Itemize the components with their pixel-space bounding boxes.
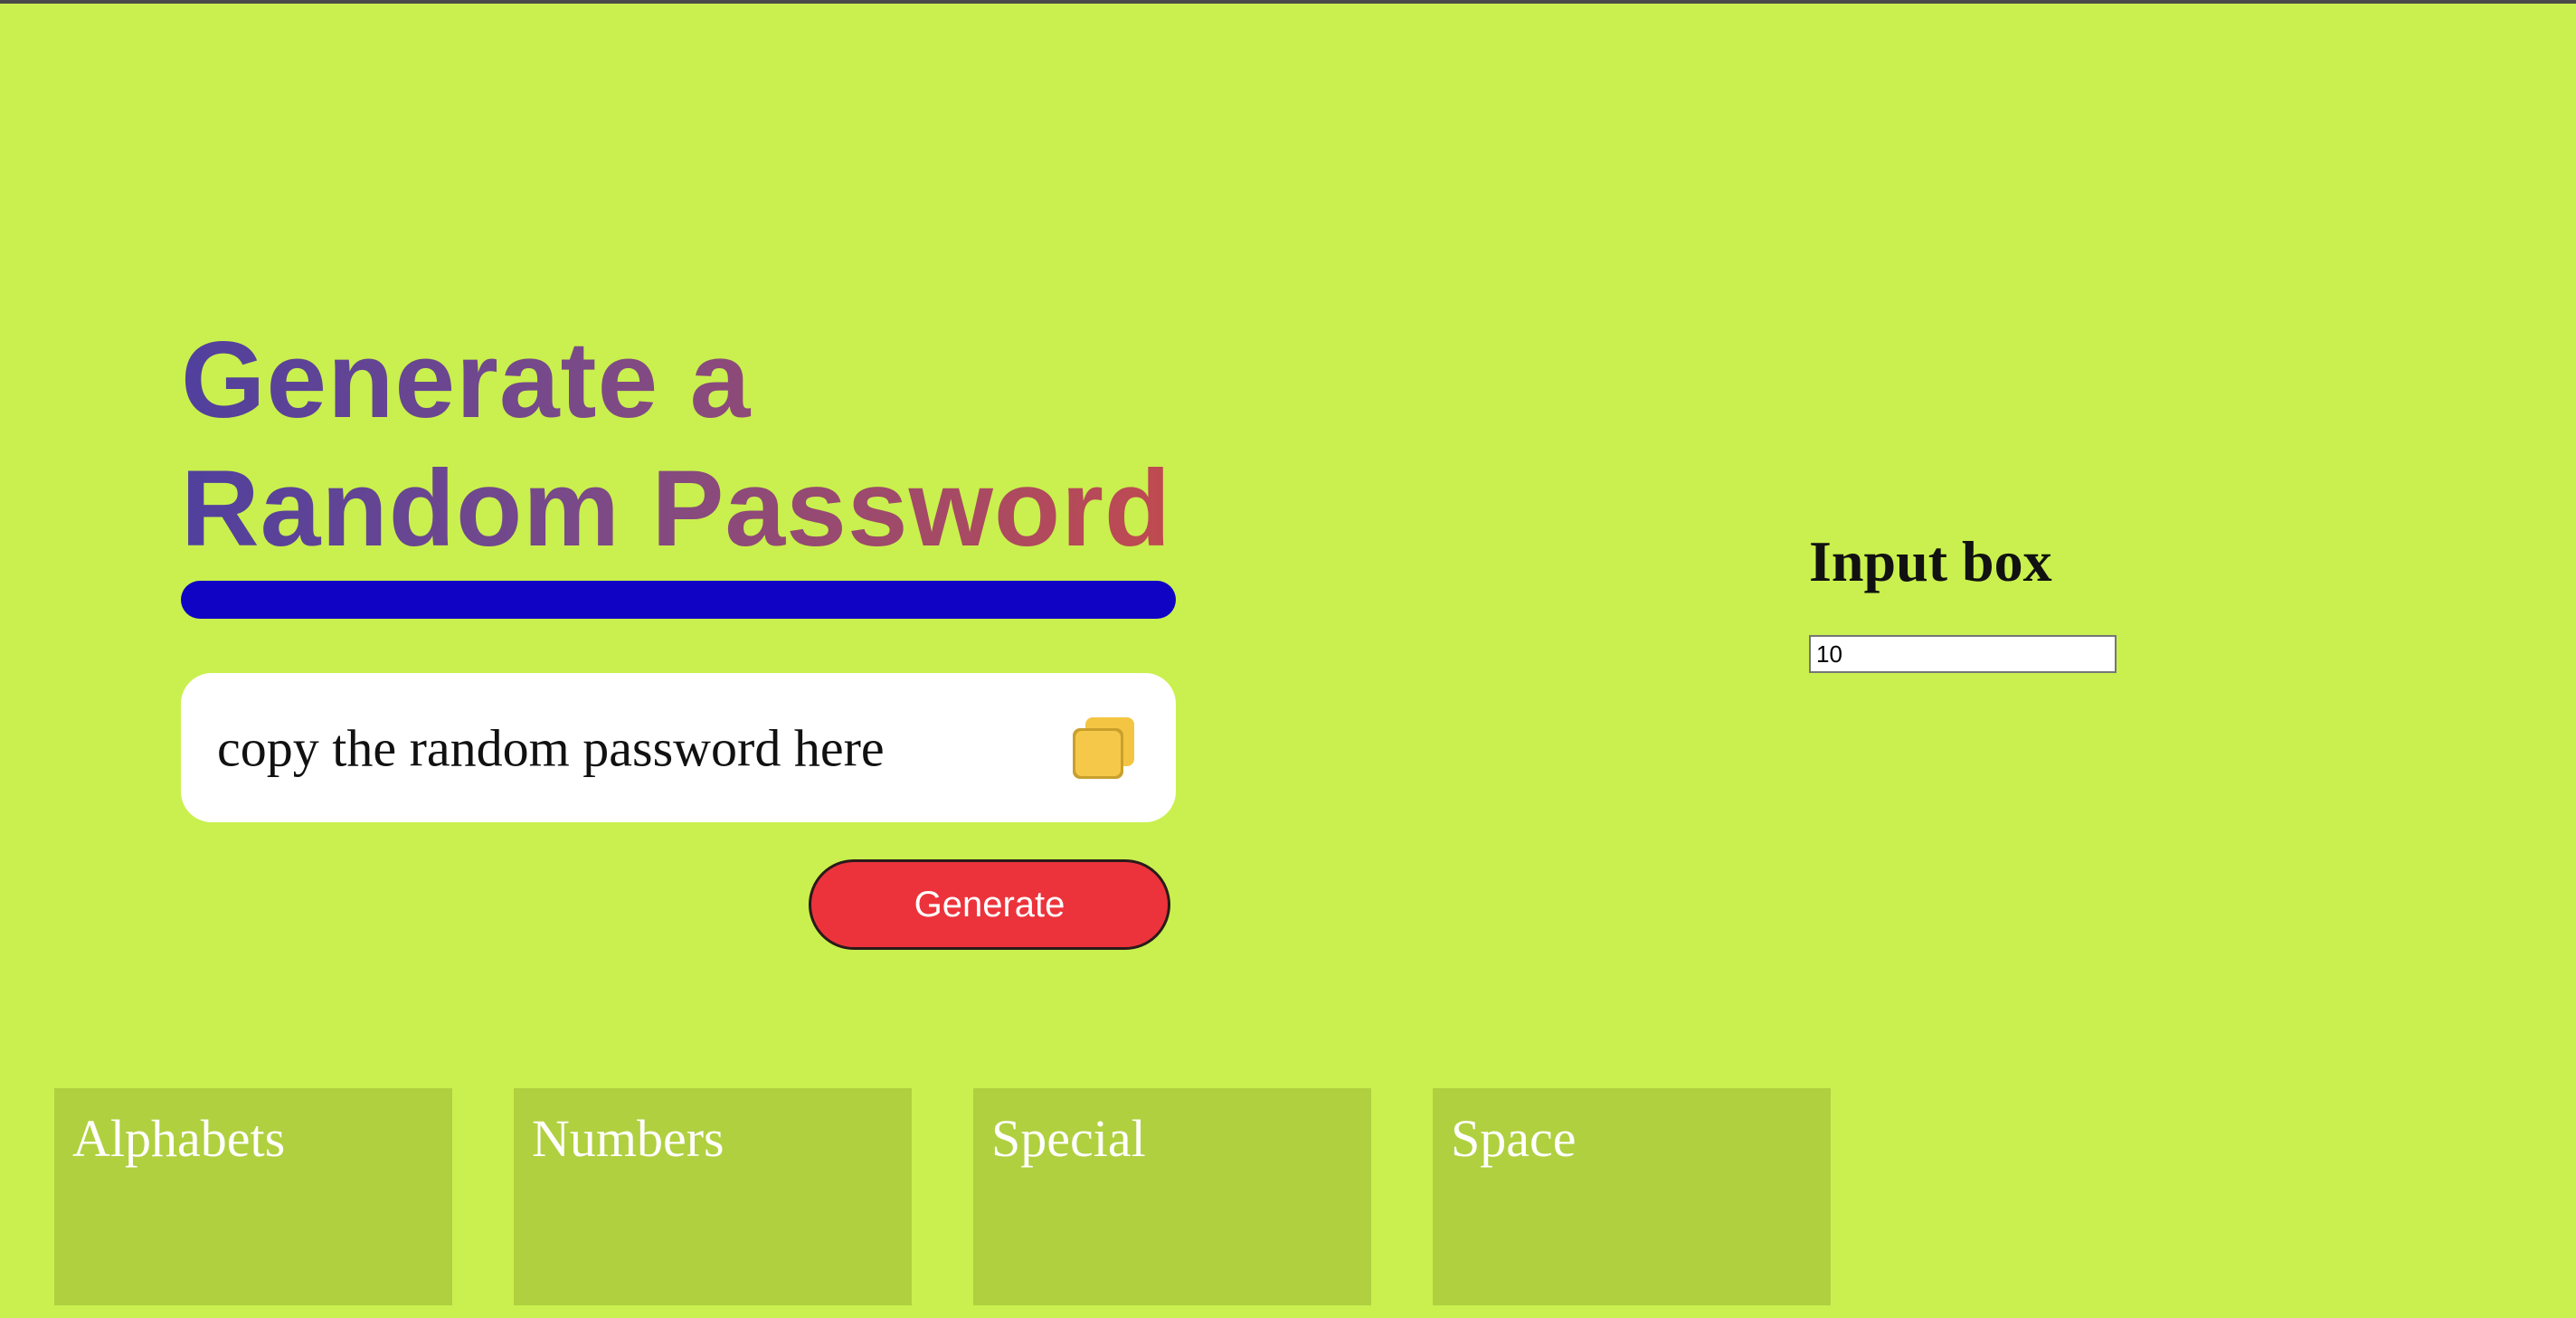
- option-space[interactable]: Space: [1433, 1088, 1831, 1305]
- title-line-2: Random Password: [181, 448, 1172, 569]
- title-line-1: Generate a: [181, 319, 752, 441]
- option-label: Special: [991, 1109, 1146, 1168]
- password-display: copy the random password here: [181, 673, 1176, 822]
- option-numbers[interactable]: Numbers: [514, 1088, 912, 1305]
- option-label: Numbers: [532, 1109, 724, 1168]
- length-input[interactable]: [1809, 635, 2117, 673]
- copy-icon[interactable]: [1073, 716, 1134, 779]
- accent-bar: [181, 581, 1176, 619]
- option-label: Space: [1451, 1109, 1577, 1168]
- generate-button[interactable]: Generate: [809, 859, 1170, 950]
- length-heading: Input box: [1809, 529, 2052, 593]
- page-title: Generate a Random Password: [181, 316, 1171, 573]
- password-text: copy the random password here: [217, 718, 885, 777]
- option-alphabets[interactable]: Alphabets: [54, 1088, 452, 1305]
- option-special[interactable]: Special: [973, 1088, 1371, 1305]
- option-label: Alphabets: [72, 1109, 286, 1168]
